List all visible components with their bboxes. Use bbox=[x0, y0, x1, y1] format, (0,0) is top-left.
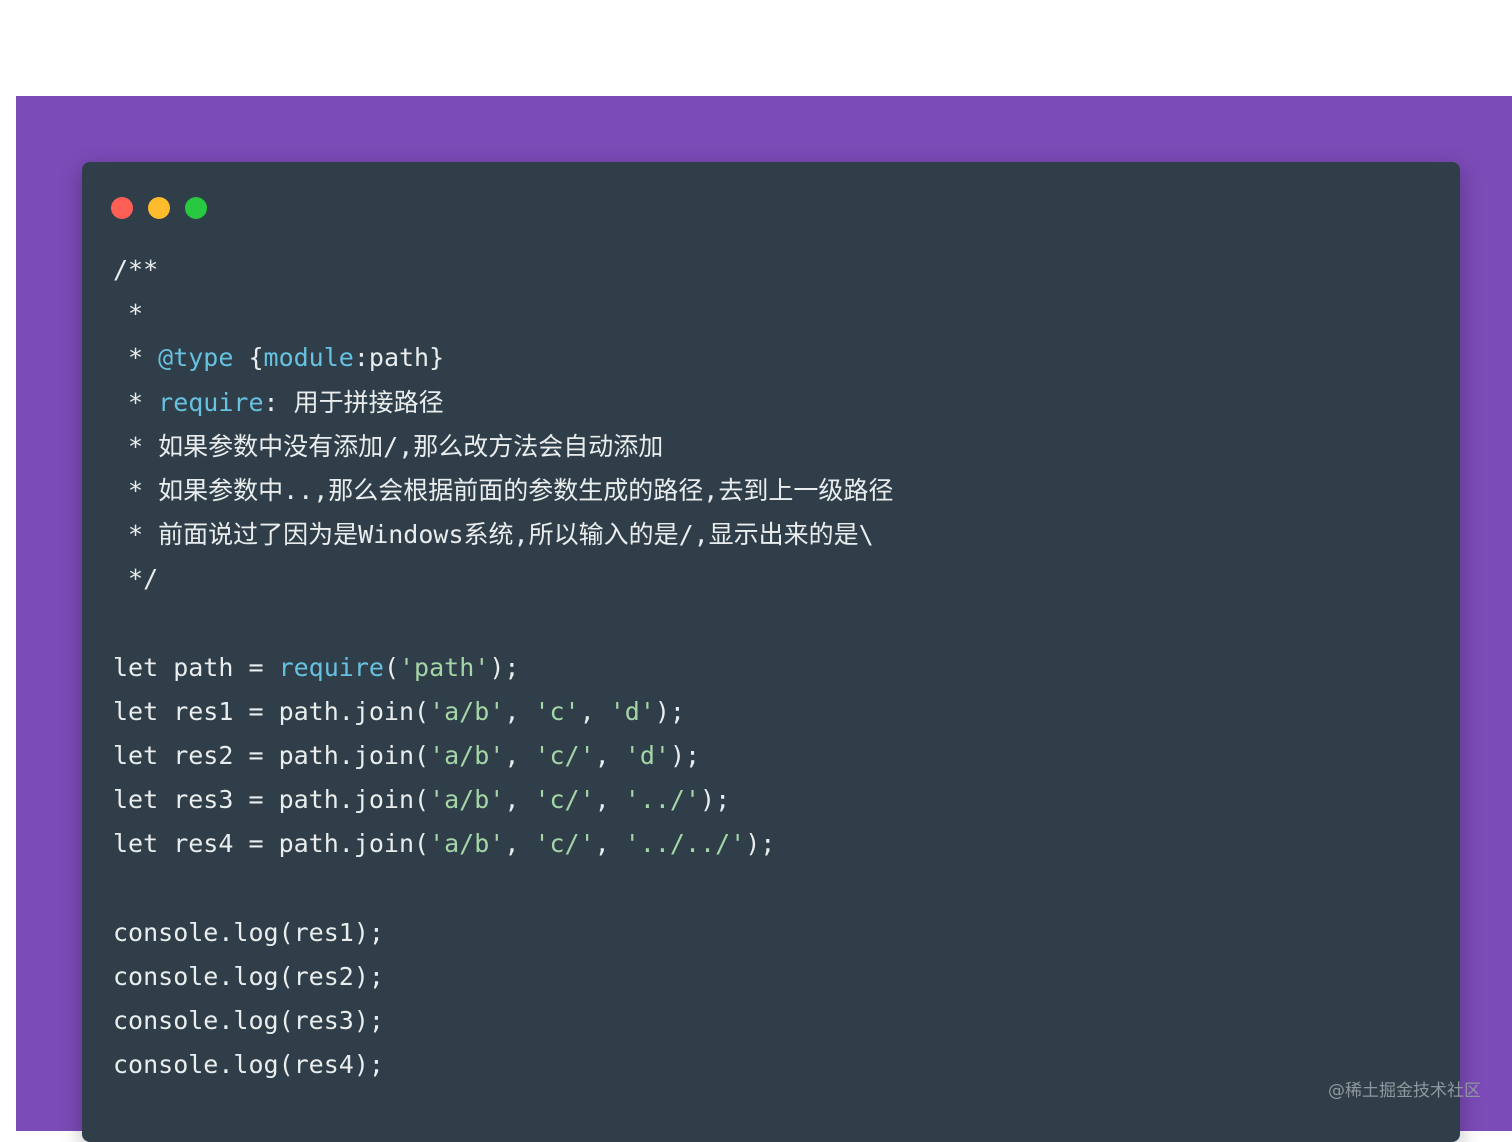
code-token-text: let res1 = path.join( bbox=[113, 696, 430, 726]
code-token-text: ( bbox=[383, 652, 399, 682]
code-line: console.log(res3); bbox=[113, 999, 893, 1043]
code-token-string: 'c/' bbox=[534, 741, 595, 771]
code-token-string: 'a/b' bbox=[429, 696, 505, 726]
code-token-string: 'c/' bbox=[534, 829, 595, 859]
code-token-text: /** bbox=[113, 255, 159, 284]
code-token-keyword: require bbox=[158, 387, 264, 417]
code-token-text: */ bbox=[113, 564, 159, 594]
code-token-string: 'a/b' bbox=[429, 741, 505, 771]
code-line: console.log(res1); bbox=[113, 911, 893, 955]
code-token-string: '../../' bbox=[624, 829, 746, 859]
code-line: console.log(res4); bbox=[113, 1043, 893, 1087]
code-token-text: * 前面说过了因为是Windows系统,所以输入的是/,显示出来的是\ bbox=[113, 520, 874, 550]
code-line: * 如果参数中没有添加/,那么改方法会自动添加 bbox=[113, 425, 893, 469]
code-token-text: let res4 = path.join( bbox=[113, 829, 430, 859]
code-line: let res2 = path.join('a/b', 'c/', 'd'); bbox=[113, 734, 893, 778]
code-token-keyword: require bbox=[278, 652, 384, 682]
code-token-text: :path} bbox=[353, 343, 445, 373]
code-line: let res3 = path.join('a/b', 'c/', '../')… bbox=[113, 778, 893, 822]
maximize-dot-icon bbox=[185, 197, 207, 219]
code-token-string: 'd' bbox=[609, 696, 655, 726]
code-token-text: * 如果参数中没有添加/,那么改方法会自动添加 bbox=[113, 431, 664, 461]
code-token-text: console.log(res1); bbox=[113, 917, 384, 947]
code-line: * 前面说过了因为是Windows系统,所以输入的是/,显示出来的是\ bbox=[113, 513, 893, 557]
code-token-string: 'd' bbox=[624, 741, 670, 771]
code-token-text: let res2 = path.join( bbox=[113, 741, 430, 771]
code-token-text: * 如果参数中..,那么会根据前面的参数生成的路径,去到上一级路径 bbox=[113, 475, 894, 505]
minimize-dot-icon bbox=[148, 197, 170, 219]
code-token-string: 'a/b' bbox=[429, 785, 505, 815]
code-window: /** * * @type {module:path} * require: 用… bbox=[82, 162, 1460, 1142]
code-block: /** * * @type {module:path} * require: 用… bbox=[113, 248, 893, 1088]
code-token-text: , bbox=[504, 785, 535, 815]
code-token-text: * bbox=[113, 387, 159, 417]
code-token-text: ); bbox=[654, 696, 685, 726]
code-line: * 如果参数中..,那么会根据前面的参数生成的路径,去到上一级路径 bbox=[113, 469, 893, 513]
code-token-text: , bbox=[594, 741, 625, 771]
code-token-string: '../' bbox=[624, 785, 701, 815]
close-dot-icon bbox=[111, 197, 133, 219]
code-token-text: , bbox=[504, 696, 535, 726]
code-token-keyword: module bbox=[263, 343, 354, 373]
code-token-text: ); bbox=[669, 741, 701, 771]
code-token-text: , bbox=[504, 829, 535, 859]
code-token-keyword: @type bbox=[158, 343, 234, 373]
code-token-text: * bbox=[113, 343, 159, 373]
code-token-text: , bbox=[504, 741, 535, 771]
code-token-text: , bbox=[579, 696, 610, 726]
code-token-text: ); bbox=[745, 829, 776, 859]
code-token-text: console.log(res2); bbox=[113, 962, 384, 991]
code-token-string: 'path' bbox=[399, 652, 490, 682]
code-line: * @type {module:path} bbox=[113, 336, 893, 380]
code-token-text: , bbox=[594, 829, 625, 859]
code-token-text: console.log(res3); bbox=[113, 1006, 384, 1036]
code-line: let res4 = path.join('a/b', 'c/', '../..… bbox=[113, 822, 893, 866]
code-token-string: 'c/' bbox=[534, 785, 595, 815]
code-token-text: { bbox=[233, 343, 264, 373]
code-token-string: 'c' bbox=[534, 696, 580, 726]
watermark: @稀土掘金技术社区 bbox=[1328, 1081, 1481, 1101]
code-token-text: console.log(res4); bbox=[113, 1050, 384, 1080]
code-line: let res1 = path.join('a/b', 'c', 'd'); bbox=[113, 690, 893, 734]
code-line: * bbox=[113, 292, 893, 336]
code-token-text: * bbox=[113, 299, 144, 329]
code-line: let path = require('path'); bbox=[113, 646, 893, 690]
code-token-text: let path = bbox=[113, 652, 279, 682]
code-token-string: 'a/b' bbox=[429, 829, 505, 859]
code-token-text: : 用于拼接路径 bbox=[263, 387, 444, 417]
code-line: * require: 用于拼接路径 bbox=[113, 381, 893, 425]
code-line: console.log(res2); bbox=[113, 955, 893, 999]
code-token-text: , bbox=[594, 785, 625, 815]
code-token-text: ); bbox=[700, 785, 731, 815]
code-token-text: ); bbox=[489, 652, 520, 682]
code-line: /** bbox=[113, 248, 893, 292]
code-token-text: let res3 = path.join( bbox=[113, 785, 430, 815]
code-line: */ bbox=[113, 557, 893, 601]
